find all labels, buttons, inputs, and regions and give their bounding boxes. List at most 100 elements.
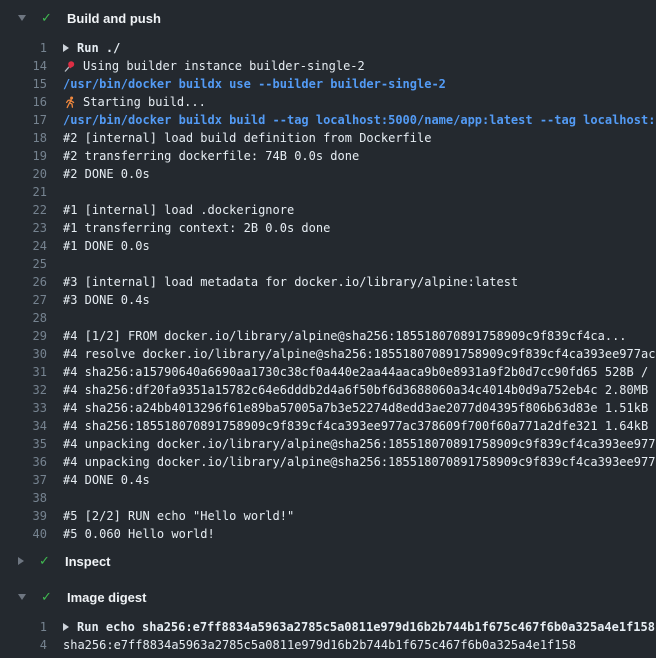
log-line-number[interactable]: 20 bbox=[0, 165, 47, 183]
log-section-inspect: Inspect bbox=[0, 543, 656, 579]
log-line: 34 #4 sha256:185518070891758909c9f839cf4… bbox=[0, 417, 656, 435]
log-line-number[interactable]: 19 bbox=[0, 147, 47, 165]
log-line-number[interactable]: 35 bbox=[0, 435, 47, 453]
log-line-number[interactable]: 14 bbox=[0, 57, 47, 75]
log-text: #2 DONE 0.0s bbox=[63, 165, 150, 183]
log-line-text: #4 unpacking docker.io/library/alpine@sh… bbox=[63, 435, 656, 453]
success-check-icon bbox=[41, 12, 57, 25]
log-line-text: #5 [2/2] RUN echo "Hello world!" bbox=[63, 507, 294, 525]
log-line-text: #2 [internal] load build definition from… bbox=[63, 129, 431, 147]
log-line-number[interactable]: 22 bbox=[0, 201, 47, 219]
log-line-number[interactable]: 26 bbox=[0, 273, 47, 291]
log-text: #2 transferring dockerfile: 74B 0.0s don… bbox=[63, 147, 359, 165]
log-line: 33 #4 sha256:a24bb4013296f61e89ba57005a7… bbox=[0, 399, 656, 417]
log-line-number[interactable]: 28 bbox=[0, 309, 47, 327]
log-line: 28 bbox=[0, 309, 656, 327]
log-line-number[interactable]: 17 bbox=[0, 111, 47, 129]
log-line-number[interactable]: 37 bbox=[0, 471, 47, 489]
log-text: #4 DONE 0.4s bbox=[63, 471, 150, 489]
log-line-number[interactable]: 30 bbox=[0, 345, 47, 363]
section-title: Build and push bbox=[67, 11, 161, 26]
log-line: 15 /usr/bin/docker buildx use --builder … bbox=[0, 75, 656, 93]
log-line-text: #1 DONE 0.0s bbox=[63, 237, 150, 255]
log-line-number[interactable]: 24 bbox=[0, 237, 47, 255]
section-header-inspect[interactable]: Inspect bbox=[0, 543, 656, 579]
log-line: 32 #4 sha256:df20fa9351a15782c64e6dddb2d… bbox=[0, 381, 656, 399]
log-line-number[interactable]: 31 bbox=[0, 363, 47, 381]
log-line-number[interactable]: 1 bbox=[0, 39, 47, 57]
log-text: #4 unpacking docker.io/library/alpine@sh… bbox=[63, 453, 656, 471]
log-section-build-and-push: Build and push 1 Run ./ 14 Using builder… bbox=[0, 0, 656, 543]
log-line-text: Run echo sha256:e7ff8834a5963a2785c5a081… bbox=[63, 618, 655, 636]
log-line: 40 #5 0.060 Hello world! bbox=[0, 525, 656, 543]
log-line-number[interactable]: 21 bbox=[0, 183, 47, 201]
log-line-text: Using builder instance builder-single-2 bbox=[63, 57, 365, 75]
log-line: 21 bbox=[0, 183, 656, 201]
log-line: 30 #4 resolve docker.io/library/alpine@s… bbox=[0, 345, 656, 363]
log-line-number[interactable]: 29 bbox=[0, 327, 47, 345]
log-line: 31 #4 sha256:a15790640a6690aa1730c38cf0a… bbox=[0, 363, 656, 381]
log-line: 29 #4 [1/2] FROM docker.io/library/alpin… bbox=[0, 327, 656, 345]
log-line: 19 #2 transferring dockerfile: 74B 0.0s … bbox=[0, 147, 656, 165]
log-line-number[interactable]: 40 bbox=[0, 525, 47, 543]
section-log-lines: 1 Run echo sha256:e7ff8834a5963a2785c5a0… bbox=[0, 618, 656, 654]
log-line-text: #5 0.060 Hello world! bbox=[63, 525, 215, 543]
log-line-text: #4 [1/2] FROM docker.io/library/alpine@s… bbox=[63, 327, 627, 345]
success-check-icon bbox=[39, 555, 55, 568]
log-text: #3 [internal] load metadata for docker.i… bbox=[63, 273, 518, 291]
log-line-text: #1 [internal] load .dockerignore bbox=[63, 201, 294, 219]
log-line: 26 #3 [internal] load metadata for docke… bbox=[0, 273, 656, 291]
log-text: #4 sha256:185518070891758909c9f839cf4ca3… bbox=[63, 417, 656, 435]
expand-group-play-icon[interactable] bbox=[63, 44, 69, 52]
log-text: #4 resolve docker.io/library/alpine@sha2… bbox=[63, 345, 656, 363]
log-line: 4 sha256:e7ff8834a5963a2785c5a0811e979d1… bbox=[0, 636, 656, 654]
log-line: 39 #5 [2/2] RUN echo "Hello world!" bbox=[0, 507, 656, 525]
log-line: 20 #2 DONE 0.0s bbox=[0, 165, 656, 183]
chevron-down-icon[interactable] bbox=[18, 15, 26, 21]
section-header-image-digest[interactable]: Image digest bbox=[0, 579, 656, 615]
log-line-number[interactable]: 36 bbox=[0, 453, 47, 471]
chevron-right-icon[interactable] bbox=[18, 557, 24, 565]
expand-group-play-icon[interactable] bbox=[63, 623, 69, 631]
log-line-text: #4 unpacking docker.io/library/alpine@sh… bbox=[63, 453, 656, 471]
section-title: Inspect bbox=[65, 554, 111, 569]
log-line-text: #4 sha256:a24bb4013296f61e89ba57005a7b3e… bbox=[63, 399, 656, 417]
section-title: Image digest bbox=[67, 590, 146, 605]
log-text: Run ./ bbox=[77, 39, 120, 57]
log-line-number[interactable]: 4 bbox=[0, 636, 47, 654]
log-line-text: #2 transferring dockerfile: 74B 0.0s don… bbox=[63, 147, 359, 165]
log-line: 22 #1 [internal] load .dockerignore bbox=[0, 201, 656, 219]
log-text: #1 DONE 0.0s bbox=[63, 237, 150, 255]
log-text: /usr/bin/docker buildx build --tag local… bbox=[63, 111, 656, 129]
log-line-text: /usr/bin/docker buildx build --tag local… bbox=[63, 111, 656, 129]
chevron-down-icon[interactable] bbox=[18, 594, 26, 600]
log-text: #4 sha256:a24bb4013296f61e89ba57005a7b3e… bbox=[63, 399, 656, 417]
section-log-lines: 1 Run ./ 14 Using builder instance build… bbox=[0, 39, 656, 543]
log-line: 18 #2 [internal] load build definition f… bbox=[0, 129, 656, 147]
log-text: Run echo sha256:e7ff8834a5963a2785c5a081… bbox=[77, 618, 655, 636]
log-line-number[interactable]: 27 bbox=[0, 291, 47, 309]
log-line: 16 Starting build... bbox=[0, 93, 656, 111]
log-line-number[interactable]: 33 bbox=[0, 399, 47, 417]
log-text: #5 [2/2] RUN echo "Hello world!" bbox=[63, 507, 294, 525]
log-line-text: #3 DONE 0.4s bbox=[63, 291, 150, 309]
log-text: /usr/bin/docker buildx use --builder bui… bbox=[63, 75, 446, 93]
section-header-build-and-push[interactable]: Build and push bbox=[0, 0, 656, 36]
log-line: 1 Run echo sha256:e7ff8834a5963a2785c5a0… bbox=[0, 618, 656, 636]
log-line-number[interactable]: 25 bbox=[0, 255, 47, 273]
log-line-text: #4 sha256:df20fa9351a15782c64e6dddb2d4a6… bbox=[63, 381, 656, 399]
log-line-number[interactable]: 34 bbox=[0, 417, 47, 435]
log-line-number[interactable]: 15 bbox=[0, 75, 47, 93]
log-line-number[interactable]: 39 bbox=[0, 507, 47, 525]
log-text: #1 [internal] load .dockerignore bbox=[63, 201, 294, 219]
log-line: 1 Run ./ bbox=[0, 39, 656, 57]
log-line: 24 #1 DONE 0.0s bbox=[0, 237, 656, 255]
log-line-number[interactable]: 38 bbox=[0, 489, 47, 507]
log-line-number[interactable]: 23 bbox=[0, 219, 47, 237]
log-line-number[interactable]: 16 bbox=[0, 93, 47, 111]
log-line-number[interactable]: 1 bbox=[0, 618, 47, 636]
log-line-text: #4 resolve docker.io/library/alpine@sha2… bbox=[63, 345, 656, 363]
log-line-number[interactable]: 32 bbox=[0, 381, 47, 399]
log-line-number[interactable]: 18 bbox=[0, 129, 47, 147]
log-line-text: Starting build... bbox=[63, 93, 206, 111]
